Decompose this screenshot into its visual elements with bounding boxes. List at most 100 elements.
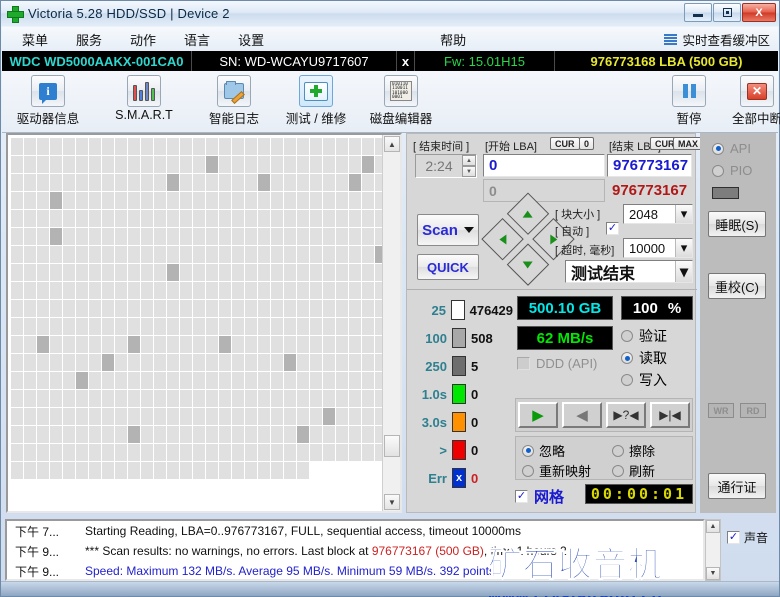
start-lba-input[interactable]: 0 — [483, 154, 605, 177]
map-cell[interactable] — [24, 156, 36, 173]
map-cell[interactable] — [37, 282, 49, 299]
map-cell[interactable] — [284, 282, 296, 299]
map-cell[interactable] — [37, 300, 49, 317]
map-cell[interactable] — [206, 300, 218, 317]
map-cell[interactable] — [167, 282, 179, 299]
map-cell[interactable] — [232, 390, 244, 407]
map-cell[interactable] — [11, 318, 23, 335]
map-cell[interactable] — [115, 282, 127, 299]
map-cell[interactable] — [37, 408, 49, 425]
map-cell[interactable] — [245, 138, 257, 155]
map-cell[interactable] — [232, 192, 244, 209]
toolbar-smart-log-button[interactable]: 智能日志 — [192, 75, 276, 131]
map-cell[interactable] — [336, 354, 348, 371]
map-cell[interactable] — [24, 282, 36, 299]
map-cell[interactable] — [193, 174, 205, 191]
map-cell[interactable] — [11, 282, 23, 299]
map-cell[interactable] — [180, 444, 192, 461]
map-cell[interactable] — [310, 282, 322, 299]
map-cell[interactable] — [180, 426, 192, 443]
map-cell[interactable] — [336, 246, 348, 263]
map-cell[interactable] — [128, 282, 140, 299]
map-cell[interactable] — [24, 138, 36, 155]
map-cell[interactable] — [193, 426, 205, 443]
map-cell[interactable] — [24, 372, 36, 389]
map-cell[interactable] — [362, 390, 374, 407]
map-cell[interactable] — [154, 246, 166, 263]
map-cell[interactable] — [115, 300, 127, 317]
map-cell[interactable] — [154, 210, 166, 227]
map-cell[interactable] — [297, 300, 309, 317]
defect-ignore-radio[interactable] — [522, 444, 534, 457]
map-cell[interactable] — [362, 426, 374, 443]
map-cell[interactable] — [102, 336, 114, 353]
map-cell[interactable] — [50, 264, 62, 281]
map-cell[interactable] — [206, 210, 218, 227]
mode-verify-row[interactable]: 验证 — [621, 326, 667, 346]
map-cell[interactable] — [362, 210, 374, 227]
map-cell[interactable] — [141, 300, 153, 317]
map-cell[interactable] — [336, 282, 348, 299]
map-cell[interactable] — [11, 156, 23, 173]
map-cell[interactable] — [323, 408, 335, 425]
map-cell[interactable] — [180, 210, 192, 227]
map-cell[interactable] — [219, 426, 231, 443]
map-cell[interactable] — [63, 354, 75, 371]
map-cell[interactable] — [102, 372, 114, 389]
map-cell[interactable] — [323, 174, 335, 191]
map-cell[interactable] — [323, 372, 335, 389]
map-cell[interactable] — [180, 174, 192, 191]
map-cell[interactable] — [141, 138, 153, 155]
map-cell[interactable] — [37, 228, 49, 245]
map-cell[interactable] — [310, 228, 322, 245]
map-cell[interactable] — [232, 210, 244, 227]
log-row[interactable]: 下午 9... Speed: Maximum 132 MB/s. Average … — [7, 561, 703, 579]
map-cell[interactable] — [206, 372, 218, 389]
map-cell[interactable] — [284, 300, 296, 317]
sound-toggle-row[interactable]: ✓ 声音 — [727, 529, 768, 546]
map-cell[interactable] — [37, 156, 49, 173]
map-cell[interactable] — [128, 156, 140, 173]
map-cell[interactable] — [89, 228, 101, 245]
map-cell[interactable] — [167, 336, 179, 353]
map-cell[interactable] — [362, 246, 374, 263]
passport-button[interactable]: 通行证 — [708, 473, 766, 499]
map-cell[interactable] — [141, 408, 153, 425]
map-cell[interactable] — [11, 408, 23, 425]
ddd-api-checkbox[interactable] — [517, 357, 530, 370]
map-cell[interactable] — [180, 390, 192, 407]
map-cell[interactable] — [323, 426, 335, 443]
defect-erase-row[interactable]: 擦除 — [612, 441, 655, 460]
map-cell[interactable] — [141, 354, 153, 371]
map-cell[interactable] — [297, 462, 309, 479]
map-cell[interactable] — [37, 354, 49, 371]
map-cell[interactable] — [37, 174, 49, 191]
defect-refresh-radio[interactable] — [612, 464, 624, 477]
map-cell[interactable] — [180, 282, 192, 299]
map-cell[interactable] — [89, 372, 101, 389]
map-cell[interactable] — [141, 246, 153, 263]
map-cell[interactable] — [89, 300, 101, 317]
map-cell[interactable] — [180, 156, 192, 173]
map-cell[interactable] — [284, 210, 296, 227]
map-cell[interactable] — [258, 138, 270, 155]
map-cell[interactable] — [362, 444, 374, 461]
map-cell[interactable] — [50, 174, 62, 191]
map-cell[interactable] — [258, 282, 270, 299]
pio-radio[interactable] — [712, 164, 724, 177]
menu-item-1[interactable]: 服务 — [62, 28, 116, 51]
random-seek-button[interactable]: ▶?◀ — [606, 402, 646, 428]
map-cell[interactable] — [102, 444, 114, 461]
end-lba-max-button[interactable]: MAX — [673, 137, 703, 150]
map-cell[interactable] — [245, 264, 257, 281]
map-cell[interactable] — [349, 408, 361, 425]
map-cell[interactable] — [50, 210, 62, 227]
map-cell[interactable] — [167, 372, 179, 389]
map-cell[interactable] — [193, 246, 205, 263]
map-cell[interactable] — [219, 372, 231, 389]
map-cell[interactable] — [219, 354, 231, 371]
map-cell[interactable] — [167, 462, 179, 479]
start-lba-cur-button[interactable]: CUR — [550, 137, 580, 150]
map-cell[interactable] — [63, 192, 75, 209]
spinner-arrows[interactable]: ▲ ▼ — [462, 155, 476, 177]
